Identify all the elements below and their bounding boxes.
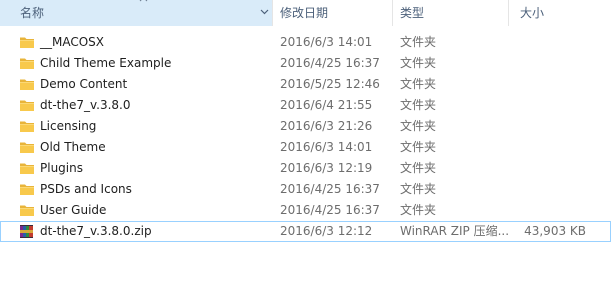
file-row[interactable]: __MACOSX 2016/6/3 14:01 文件夹 bbox=[0, 32, 611, 53]
file-name: PSDs and Icons bbox=[40, 182, 132, 196]
file-row[interactable]: Child Theme Example 2016/4/25 16:37 文件夹 bbox=[0, 53, 611, 74]
file-modified-date: 2016/6/3 12:12 bbox=[280, 224, 373, 238]
file-row[interactable]: dt-the7_v.3.8.0.zip 2016/6/3 12:12 WinRAR … bbox=[0, 221, 611, 242]
file-name: dt-the7_v.3.8.0 bbox=[40, 98, 131, 112]
file-name: Old Theme bbox=[40, 140, 106, 154]
file-row[interactable]: User Guide 2016/4/25 16:37 文件夹 bbox=[0, 200, 611, 221]
file-type: 文件夹 bbox=[400, 119, 437, 133]
folder-icon bbox=[19, 118, 35, 134]
file-row[interactable]: Demo Content 2016/5/25 12:46 文件夹 bbox=[0, 74, 611, 95]
folder-icon bbox=[19, 76, 35, 92]
folder-icon bbox=[19, 34, 35, 50]
file-name: dt-the7_v.3.8.0.zip bbox=[40, 224, 152, 238]
file-type: 文件夹 bbox=[400, 77, 437, 91]
file-row[interactable]: Plugins 2016/6/3 12:19 文件夹 bbox=[0, 158, 611, 179]
file-modified-date: 2016/4/25 16:37 bbox=[280, 182, 380, 196]
file-type: 文件夹 bbox=[400, 182, 437, 196]
folder-icon bbox=[19, 181, 35, 197]
file-name: Child Theme Example bbox=[40, 56, 172, 70]
file-row[interactable]: Licensing 2016/6/3 21:26 文件夹 bbox=[0, 116, 611, 137]
folder-icon bbox=[19, 139, 35, 155]
file-name: Plugins bbox=[40, 161, 83, 175]
file-modified-date: 2016/6/3 14:01 bbox=[280, 35, 373, 49]
file-modified-date: 2016/5/25 12:46 bbox=[280, 77, 380, 91]
file-row[interactable]: PSDs and Icons 2016/4/25 16:37 文件夹 bbox=[0, 179, 611, 200]
column-header-type-label: 类型 bbox=[400, 6, 425, 20]
sort-ascending-icon bbox=[139, 0, 148, 2]
folder-icon bbox=[19, 202, 35, 218]
file-type: 文件夹 bbox=[400, 98, 437, 112]
column-header-name-label: 名称 bbox=[20, 6, 45, 20]
file-name: Demo Content bbox=[40, 77, 128, 91]
file-row[interactable]: dt-the7_v.3.8.0 2016/6/4 21:55 文件夹 bbox=[0, 95, 611, 116]
file-row[interactable]: Old Theme 2016/6/3 14:01 文件夹 bbox=[0, 137, 611, 158]
folder-icon bbox=[19, 97, 35, 113]
file-modified-date: 2016/6/4 21:55 bbox=[280, 98, 373, 112]
column-header-modified-label: 修改日期 bbox=[280, 6, 329, 20]
file-type: 文件夹 bbox=[400, 161, 437, 175]
file-type: 文件夹 bbox=[400, 203, 437, 217]
chevron-down-icon[interactable] bbox=[260, 9, 269, 15]
folder-icon bbox=[19, 160, 35, 176]
column-header-bar: 名称 修改日期 类型 大小 bbox=[0, 0, 611, 26]
file-modified-date: 2016/6/3 12:19 bbox=[280, 161, 373, 175]
file-modified-date: 2016/6/3 21:26 bbox=[280, 119, 373, 133]
file-name: __MACOSX bbox=[40, 35, 105, 49]
file-modified-date: 2016/4/25 16:37 bbox=[280, 203, 380, 217]
file-type: WinRAR ZIP 压缩... bbox=[400, 224, 510, 238]
column-header-size-label: 大小 bbox=[520, 6, 545, 20]
file-type: 文件夹 bbox=[400, 35, 437, 49]
column-header-name[interactable]: 名称 bbox=[0, 0, 272, 26]
column-separator[interactable] bbox=[508, 0, 509, 26]
file-type: 文件夹 bbox=[400, 56, 437, 70]
file-name: User Guide bbox=[40, 203, 107, 217]
column-header-size[interactable]: 大小 bbox=[520, 0, 600, 26]
column-header-modified[interactable]: 修改日期 bbox=[280, 0, 392, 26]
column-separator[interactable] bbox=[392, 0, 393, 26]
folder-icon bbox=[19, 55, 35, 71]
file-type: 文件夹 bbox=[400, 140, 437, 154]
column-header-type[interactable]: 类型 bbox=[400, 0, 508, 26]
file-modified-date: 2016/4/25 16:37 bbox=[280, 56, 380, 70]
file-modified-date: 2016/6/3 14:01 bbox=[280, 140, 373, 154]
file-size: 43,903 KB bbox=[524, 224, 586, 238]
winrar-archive-icon bbox=[19, 223, 35, 239]
column-separator[interactable] bbox=[272, 0, 273, 26]
file-name: Licensing bbox=[40, 119, 97, 133]
